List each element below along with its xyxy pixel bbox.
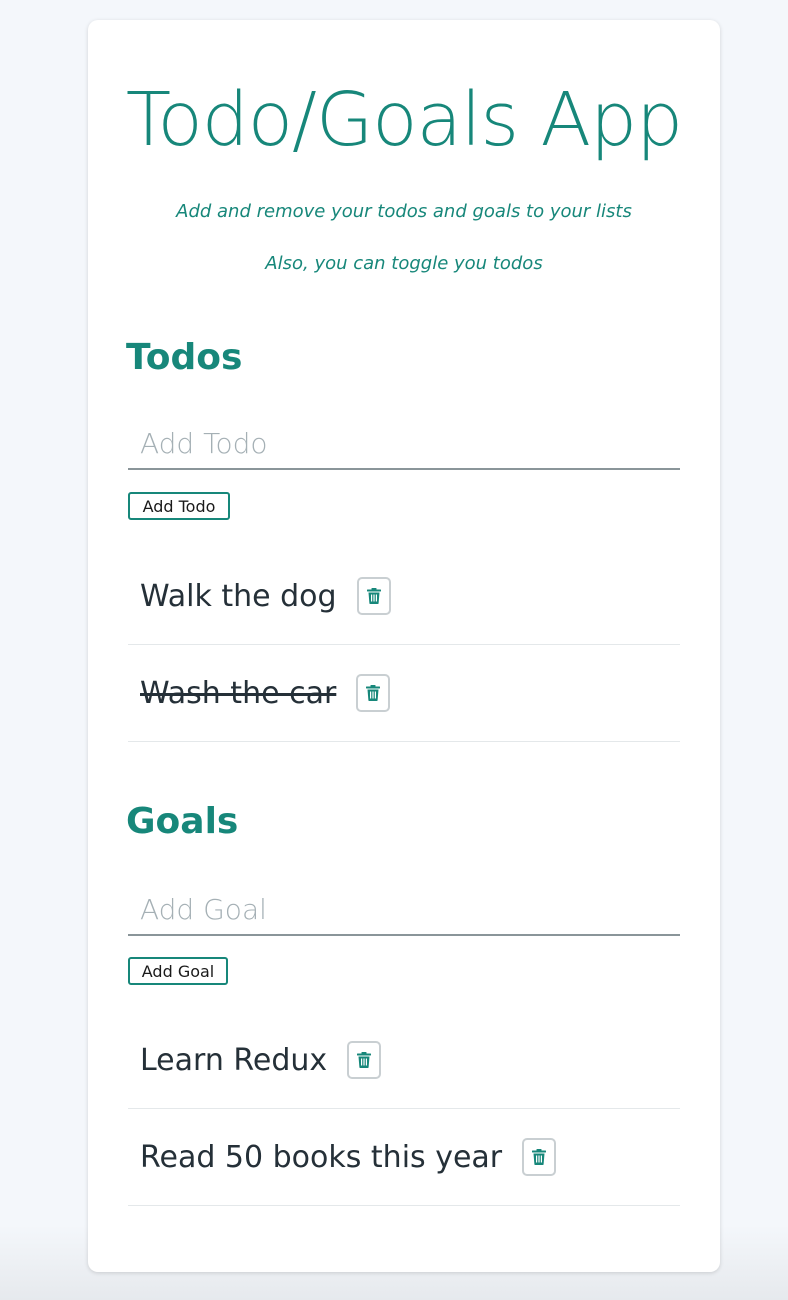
delete-goal-button[interactable] — [347, 1041, 382, 1079]
todo-item-text-completed[interactable]: Wash the car — [140, 676, 336, 711]
todo-item-text[interactable]: Walk the dog — [140, 579, 337, 614]
app-title: Todo/Goals App — [125, 77, 683, 163]
delete-goal-button[interactable] — [522, 1138, 557, 1176]
todo-item: Wash the car — [128, 645, 680, 742]
goal-item: Read 50 books this year — [128, 1109, 680, 1206]
add-todo-input[interactable] — [128, 418, 680, 470]
trash-icon — [357, 1052, 372, 1068]
todo-list: Walk the dog Wash the car — [128, 548, 680, 742]
delete-todo-button[interactable] — [356, 674, 391, 712]
add-goal-input[interactable] — [128, 884, 680, 936]
add-todo-button[interactable]: Add Todo — [128, 492, 230, 520]
trash-icon — [366, 588, 381, 604]
todo-item: Walk the dog — [128, 548, 680, 645]
delete-todo-button[interactable] — [356, 577, 391, 615]
goal-list: Learn Redux Read 50 books this year — [128, 1012, 680, 1206]
app-subtitle: Add and remove your todos and goals to y… — [176, 201, 632, 222]
add-goal-button[interactable]: Add Goal — [128, 957, 228, 985]
goal-item-text: Read 50 books this year — [140, 1139, 503, 1175]
goals-heading: Goals — [126, 801, 239, 842]
todos-heading: Todos — [126, 337, 243, 378]
app-card: Todo/Goals App Add and remove your todos… — [88, 20, 720, 1272]
goal-item-text: Learn Redux — [140, 1042, 328, 1078]
trash-icon — [532, 1149, 547, 1165]
goal-item: Learn Redux — [128, 1012, 680, 1109]
trash-icon — [366, 685, 381, 701]
app-subtitle-toggle-hint: Also, you can toggle you todos — [265, 253, 543, 274]
